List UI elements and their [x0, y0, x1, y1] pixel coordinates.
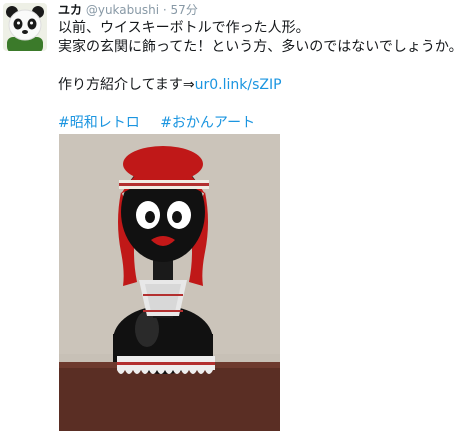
tweet: ユカ @yukabushi · 57分 以前、ウイスキーボトルで作った人形。 実…: [0, 0, 474, 434]
tweet-line-2: 実家の玄関に飾ってた！という方、多いのではないでしょうか。: [58, 39, 463, 55]
tweet-link[interactable]: ur0.link/sZIP: [195, 77, 282, 93]
author-handle[interactable]: @yukabushi: [86, 3, 159, 17]
tweet-header: ユカ @yukabushi · 57分: [58, 2, 198, 18]
panda-avatar-icon[interactable]: [3, 3, 47, 51]
tweet-link-line: 作り方紹介してます⇒ur0.link/sZIP: [58, 76, 468, 95]
hashtag-showa-retro[interactable]: #昭和レトロ: [58, 115, 140, 131]
timestamp[interactable]: 57分: [171, 3, 198, 17]
whiskey-bottle-doll-photo[interactable]: [59, 134, 280, 431]
hashtag-okan-art[interactable]: #おかんアート: [160, 115, 255, 131]
separator: ·: [162, 3, 167, 17]
tweet-text: 以前、ウイスキーボトルで作った人形。 実家の玄関に飾ってた！という方、多いのでは…: [58, 19, 468, 133]
author-name[interactable]: ユカ: [58, 3, 82, 17]
link-prefix: 作り方紹介してます⇒: [58, 77, 195, 93]
hashtag-list: #昭和レトロ #おかんアート: [58, 114, 468, 133]
tweet-line-1: 以前、ウイスキーボトルで作った人形。: [58, 20, 310, 36]
